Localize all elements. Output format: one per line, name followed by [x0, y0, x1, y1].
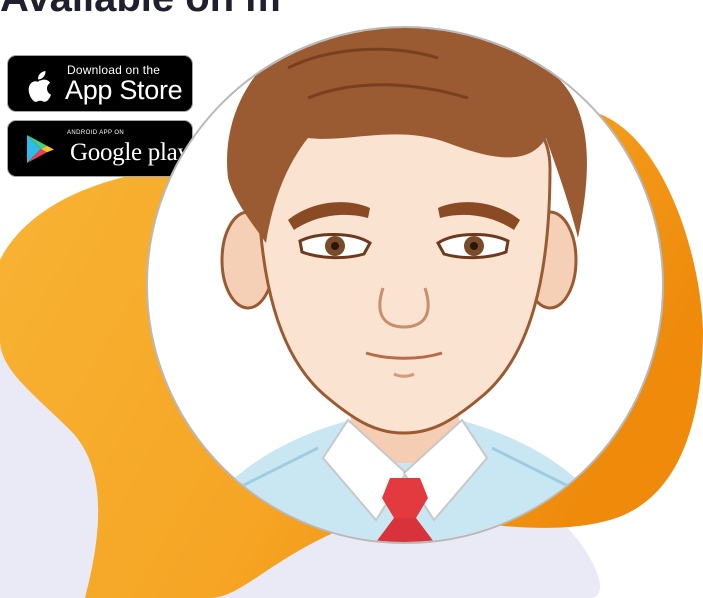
- google-play-big-text: Google play: [70, 139, 190, 166]
- google-play-small-text: ANDROID APP ON: [67, 130, 125, 136]
- app-store-big-text: App Store: [65, 75, 183, 105]
- app-store-badge[interactable]: Download on the App Store: [7, 55, 193, 112]
- avatar: [146, 26, 664, 544]
- section-heading: Available on mobile now!: [0, 0, 280, 18]
- google-play-badge[interactable]: ANDROID APP ON Google play: [7, 120, 193, 177]
- cartoon-man-avatar-icon: [188, 28, 622, 542]
- google-play-icon: [27, 135, 54, 163]
- apple-icon: [28, 71, 51, 102]
- app-promo-section: Available on mobile now! Download on the…: [0, 0, 703, 598]
